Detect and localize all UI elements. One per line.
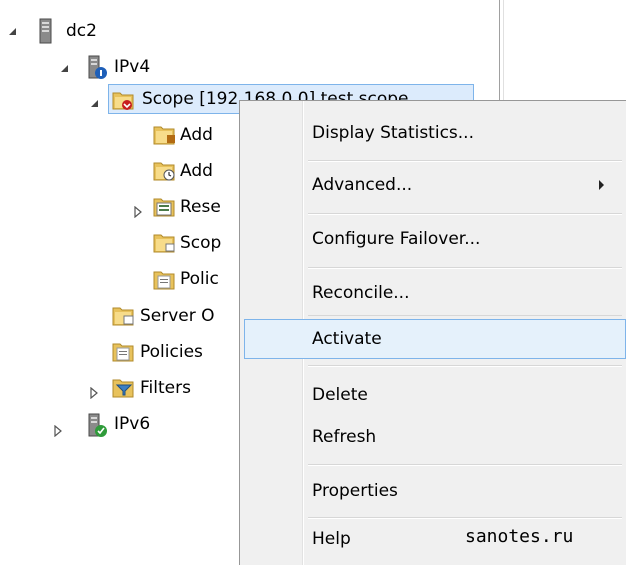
menu-separator-highlight <box>308 366 622 367</box>
scope-folder-icon <box>112 88 134 112</box>
context-menu: Display Statistics... Advanced... Config… <box>239 100 626 565</box>
menu-separator <box>308 315 622 316</box>
submenu-arrow-icon <box>599 180 604 190</box>
menu-item-label: Delete <box>312 385 368 405</box>
menu-separator-highlight <box>308 465 622 466</box>
ipv6-server-icon <box>86 413 108 437</box>
collapse-arrow-icon[interactable] <box>58 62 70 74</box>
menu-separator-highlight <box>308 161 622 162</box>
tree-node-scope-options[interactable]: Scop <box>180 231 221 255</box>
expand-arrow-icon[interactable] <box>132 206 144 218</box>
tree-node-address-leases[interactable]: Add <box>180 159 213 183</box>
filters-icon <box>112 376 134 400</box>
menu-item-label: Reconcile... <box>312 283 410 303</box>
pane-divider-highlight <box>503 0 504 100</box>
scope-options-icon <box>153 231 175 255</box>
menu-item-advanced[interactable]: Advanced... <box>244 165 622 205</box>
menu-item-reconcile[interactable]: Reconcile... <box>244 273 622 313</box>
collapse-arrow-icon[interactable] <box>6 25 18 37</box>
menu-item-activate[interactable]: Activate <box>244 319 626 359</box>
policies-icon <box>112 340 134 364</box>
pane-divider <box>499 0 500 100</box>
reservations-icon <box>153 195 175 219</box>
menu-item-delete[interactable]: Delete <box>244 375 622 415</box>
tree-node-ipv4[interactable]: IPv4 <box>114 55 150 79</box>
menu-item-label: Properties <box>312 481 398 501</box>
menu-item-label: Advanced... <box>312 175 413 195</box>
tree-node-reservations[interactable]: Rese <box>180 195 221 219</box>
watermark: sanotes.ru <box>465 526 574 547</box>
collapse-arrow-icon[interactable] <box>88 97 100 109</box>
tree-node-server-options[interactable]: Server O <box>140 304 215 328</box>
menu-item-refresh[interactable]: Refresh <box>244 417 622 457</box>
menu-item-label: Display Statistics... <box>312 123 474 143</box>
tree-node-address-pool[interactable]: Add <box>180 123 213 147</box>
menu-item-label: Refresh <box>312 427 377 447</box>
tree-node-ipv6[interactable]: IPv6 <box>114 412 150 436</box>
menu-item-properties[interactable]: Properties <box>244 471 622 511</box>
menu-item-configure-failover[interactable]: Configure Failover... <box>244 219 622 259</box>
expand-arrow-icon[interactable] <box>52 425 64 437</box>
address-pool-icon <box>153 123 175 147</box>
expand-arrow-icon[interactable] <box>88 387 100 399</box>
tree-node-dc2[interactable]: dc2 <box>66 19 97 43</box>
tree-node-policies[interactable]: Polic <box>180 267 219 291</box>
menu-item-label: Configure Failover... <box>312 229 481 249</box>
menu-item-display-statistics[interactable]: Display Statistics... <box>244 113 622 153</box>
menu-item-label: Help <box>312 529 351 549</box>
tree-node-policies-ipv4[interactable]: Policies <box>140 340 203 364</box>
policies-icon <box>153 268 175 292</box>
menu-item-label: Activate <box>312 329 382 349</box>
ipv4-server-icon <box>86 55 108 79</box>
tree-node-filters[interactable]: Filters <box>140 376 191 400</box>
server-icon <box>35 18 57 44</box>
address-leases-icon <box>153 159 175 183</box>
menu-separator-highlight <box>308 214 622 215</box>
server-options-icon <box>112 304 134 328</box>
menu-separator-highlight <box>308 268 622 269</box>
